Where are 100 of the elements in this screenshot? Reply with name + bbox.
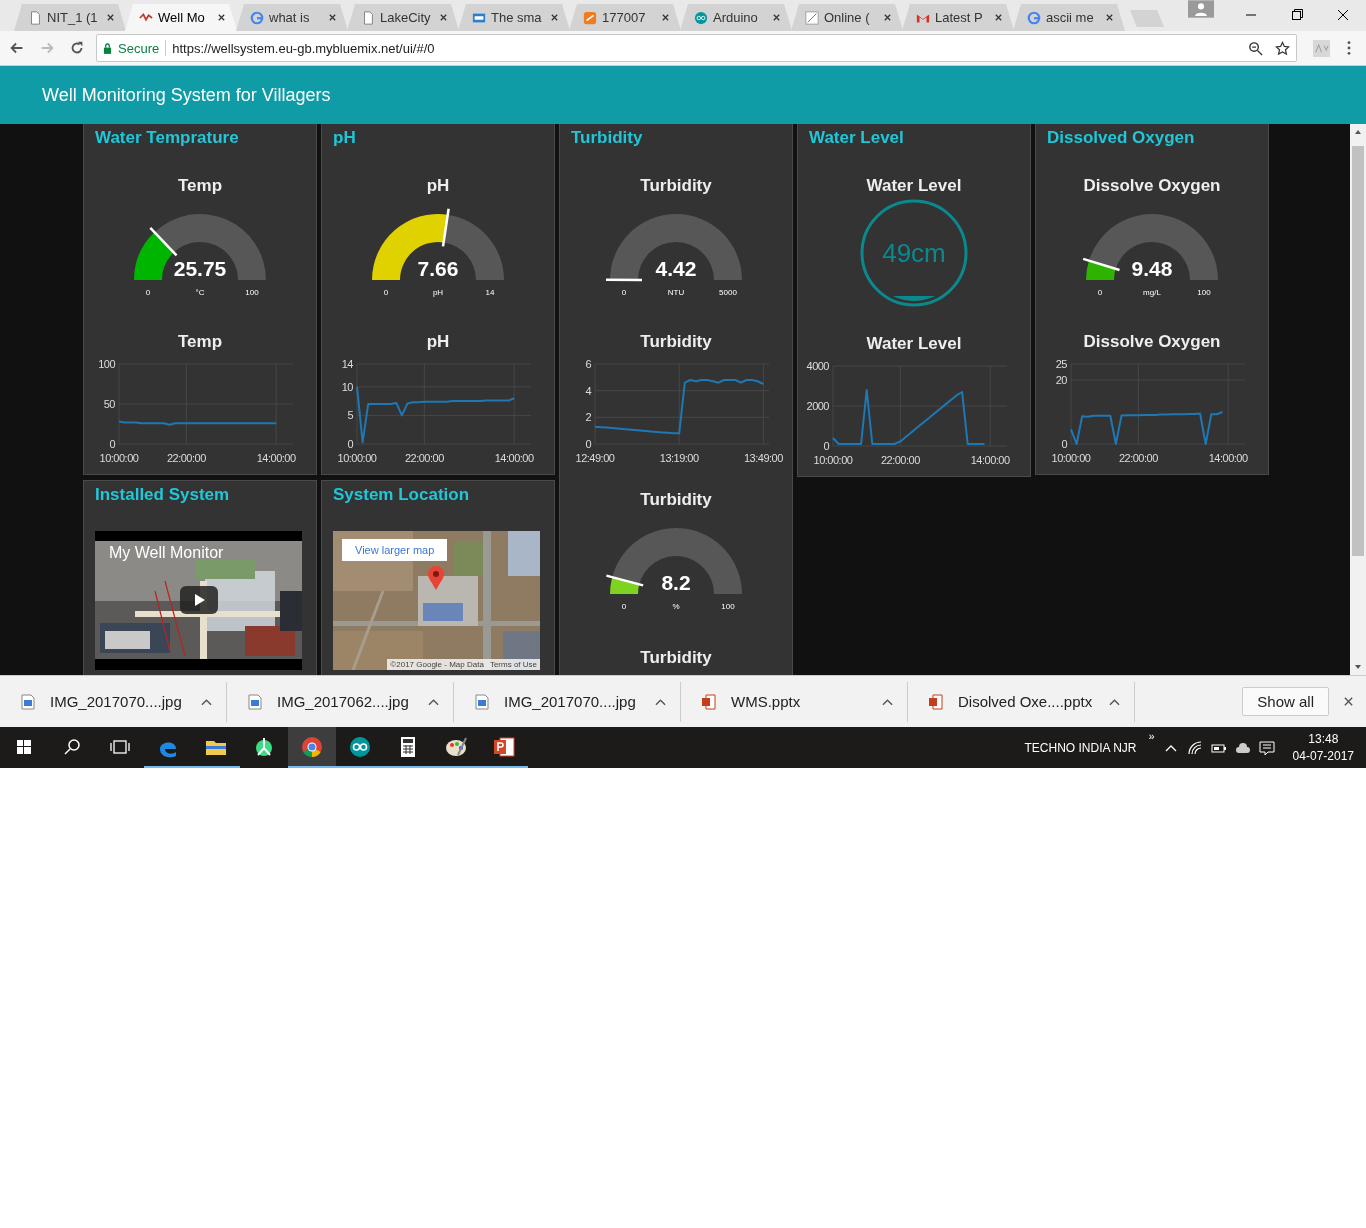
y-tick-label: 0: [109, 438, 115, 450]
close-icon[interactable]: [217, 13, 226, 22]
gauge-value: 9.48: [1131, 257, 1173, 280]
caret-icon[interactable]: [655, 697, 666, 706]
gauge-title: Turbidity: [640, 490, 712, 510]
profile-icon[interactable]: [1188, 0, 1214, 18]
clock[interactable]: 13:48 04-07-2017: [1292, 732, 1354, 763]
gauge-title: pH: [426, 176, 450, 196]
browser-tab[interactable]: what is: [236, 4, 348, 31]
close-icon[interactable]: [661, 13, 670, 22]
map-attribution: ©2017 Google - Map Data: [390, 660, 484, 669]
x-tick-label: 14:00:00: [494, 452, 534, 464]
level-value: 49cm: [882, 238, 946, 268]
overflow-glyph[interactable]: »: [1148, 730, 1155, 742]
x-tick-label: 10:00:00: [813, 454, 853, 466]
address-bar[interactable]: Secure https://wellsystem.eu-gb.mybluemix.net/ui/#/0: [96, 34, 1297, 62]
gauge-unit: %: [672, 602, 680, 611]
terms-link[interactable]: Terms of Use: [489, 660, 537, 669]
caret-icon[interactable]: [1109, 697, 1120, 706]
gauge-min: 0: [383, 288, 389, 297]
close-icon[interactable]: [994, 13, 1003, 22]
chart-title: Turbidity: [640, 332, 712, 352]
y-tick-label: 5: [347, 409, 353, 422]
download-item[interactable]: IMG_2017070....jpg: [454, 681, 681, 722]
close-icon[interactable]: [550, 13, 559, 22]
download-item[interactable]: WMS.pptx: [681, 681, 908, 722]
download-item[interactable]: IMG_2017062....jpg: [227, 681, 454, 722]
star-icon[interactable]: [1275, 40, 1290, 56]
view-larger-map-link[interactable]: View larger map: [342, 539, 448, 561]
browser-tab[interactable]: The sma: [458, 4, 570, 31]
browser-tab[interactable]: LakeCity: [347, 4, 459, 31]
close-icon[interactable]: [883, 13, 892, 22]
gauge-unit: NTU: [667, 288, 685, 297]
y-tick-label: 50: [103, 398, 115, 410]
close-icon[interactable]: [772, 13, 781, 22]
show-all-button[interactable]: Show all: [1242, 687, 1329, 716]
gauge-value: 4.42: [655, 257, 697, 280]
gauge-needle: [1082, 257, 1120, 272]
chart-favicon-icon: [805, 10, 819, 25]
wifi-icon[interactable]: [1186, 739, 1203, 756]
close-icon[interactable]: [439, 13, 448, 22]
chart-title: Dissolve Oxygen: [1083, 332, 1221, 352]
gauge-title: Dissolve Oxygen: [1083, 176, 1221, 196]
play-button[interactable]: [180, 586, 218, 614]
powerpoint-file-icon: [928, 693, 944, 710]
url-text: https://wellsystem.eu-gb.mybluemix.net/ui/#/0: [172, 40, 436, 56]
y-tick-label: 2: [585, 411, 591, 424]
browser-tab[interactable]: Well Mo: [125, 4, 237, 31]
gauge-needle: [441, 208, 450, 247]
close-icon[interactable]: [1343, 696, 1354, 707]
caret-icon[interactable]: [201, 697, 212, 706]
zoom-icon[interactable]: [1248, 40, 1263, 56]
y-tick-label: 2000: [806, 400, 829, 412]
google-favicon-icon: [1027, 10, 1041, 25]
y-tick-label: 0: [347, 438, 353, 450]
browser-tab[interactable]: NIT_1 (1: [14, 4, 126, 31]
chrome-app-icon[interactable]: [288, 727, 336, 768]
menu-icon[interactable]: [1346, 40, 1352, 56]
download-item[interactable]: Disolved Oxe....pptx: [908, 681, 1135, 722]
card-title: System Location: [332, 484, 471, 506]
close-icon[interactable]: [106, 13, 115, 22]
notification-icon[interactable]: [1258, 739, 1275, 756]
caret-icon[interactable]: [428, 697, 439, 706]
gauge-max: 14: [485, 288, 495, 297]
gauge-min: 0: [621, 602, 627, 611]
clock-time: 13:48: [1308, 732, 1339, 746]
x-tick-label: 22:00:00: [880, 454, 920, 466]
gauge-needle: [606, 574, 644, 587]
x-tick-label: 22:00:00: [166, 452, 206, 464]
card-title: Water Level: [808, 127, 905, 149]
scroll-thumb[interactable]: [1352, 146, 1364, 556]
gauge-needle: [149, 227, 178, 257]
x-tick-label: 13:49:00: [743, 452, 783, 464]
close-icon[interactable]: [1105, 13, 1114, 22]
card-title: Water Temprature: [94, 127, 240, 149]
gauge-min: 0: [145, 288, 151, 297]
card-title: Turbidity: [570, 127, 644, 149]
close-icon[interactable]: [328, 13, 337, 22]
gauge-title: Temp: [177, 176, 223, 196]
y-tick-label: 10: [341, 380, 353, 393]
app-title: Well Monitoring System for Villagers: [42, 84, 331, 106]
browser-tab[interactable]: Online (: [791, 4, 903, 31]
card-title: pH: [332, 127, 357, 149]
caret-icon[interactable]: [882, 697, 893, 706]
browser-tab[interactable]: Latest P: [902, 4, 1014, 31]
network-name: TECHNO INDIA NJR: [1024, 740, 1137, 755]
browser-tab[interactable]: Arduino: [680, 4, 792, 31]
gauge-max: 100: [721, 602, 735, 611]
gauge-value: 25.75: [173, 257, 227, 280]
gauge-unit: pH: [432, 288, 444, 297]
scrollbar[interactable]: [1350, 124, 1366, 675]
card-title: Dissolved Oxygen: [1046, 127, 1196, 149]
powerpoint-file-icon: [701, 693, 717, 710]
browser-tab[interactable]: ascii me: [1013, 4, 1125, 31]
browser-tab[interactable]: 177007: [569, 4, 681, 31]
google-favicon-icon: [250, 10, 264, 25]
download-item[interactable]: IMG_2017070....jpg: [0, 681, 227, 722]
chart-title: pH: [426, 332, 450, 352]
x-tick-label: 10:00:00: [99, 452, 139, 464]
x-tick-label: 14:00:00: [970, 454, 1010, 466]
